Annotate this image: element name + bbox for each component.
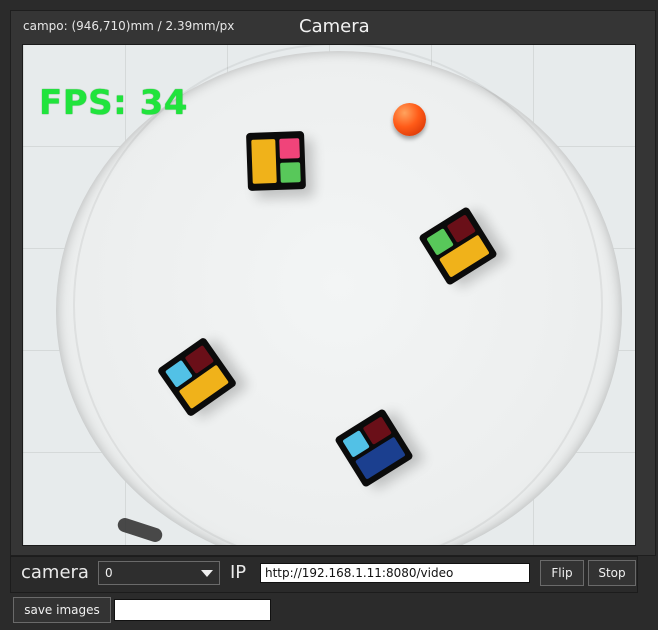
fps-overlay: FPS: 34	[39, 83, 188, 123]
chevron-down-icon	[201, 570, 213, 577]
flip-button[interactable]: Flip	[540, 560, 584, 586]
cube-face-green	[280, 162, 301, 183]
orange-ball	[393, 103, 426, 136]
cube-face-pink	[279, 138, 300, 159]
camera-label: camera	[21, 562, 89, 583]
ip-label: IP	[230, 562, 247, 583]
save-images-button[interactable]: save images	[13, 597, 111, 623]
camera-select[interactable]: 0	[98, 561, 220, 585]
camera-view[interactable]: FPS: 34	[22, 44, 636, 546]
window-title: Camera	[299, 16, 370, 37]
field-info: campo: (946,710)mm / 2.39mm/px	[23, 19, 235, 33]
control-bar: camera 0 IP Flip Stop	[10, 556, 638, 593]
camera-panel: campo: (946,710)mm / 2.39mm/px Camera FP…	[10, 10, 656, 556]
cube-face-yellow	[251, 139, 277, 184]
color-cube	[246, 131, 306, 191]
camera-select-value: 0	[105, 566, 113, 580]
stop-button[interactable]: Stop	[588, 560, 636, 586]
ip-input[interactable]	[260, 563, 530, 583]
save-images-input[interactable]	[114, 599, 271, 621]
